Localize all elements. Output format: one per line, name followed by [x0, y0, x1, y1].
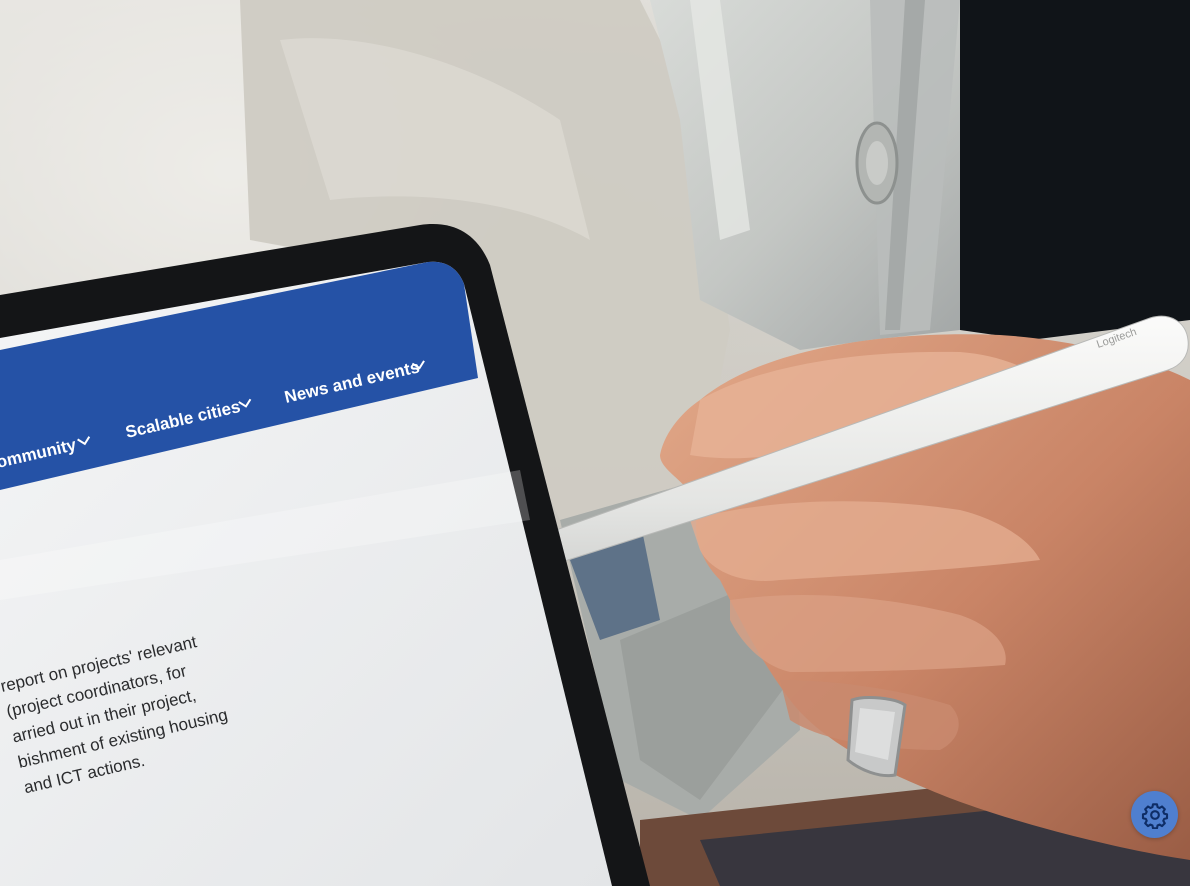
photo-scene: ommunity Scalable cities News and events…	[0, 0, 1190, 886]
photo-illustration: ommunity Scalable cities News and events…	[0, 0, 1190, 886]
gear-icon	[1141, 802, 1168, 829]
settings-button[interactable]	[1131, 791, 1178, 838]
